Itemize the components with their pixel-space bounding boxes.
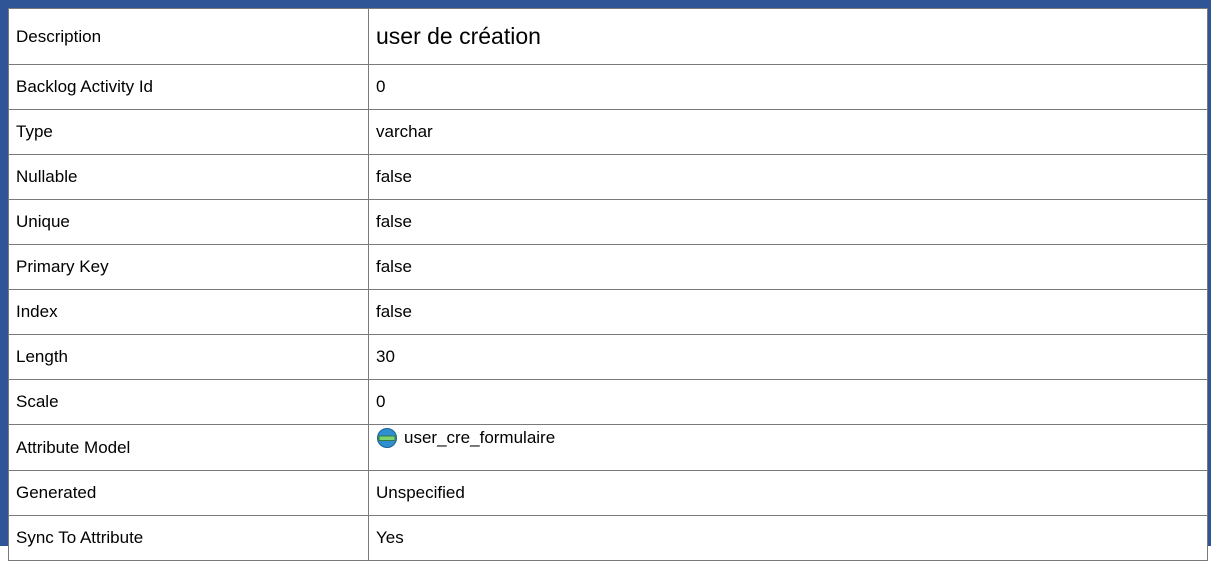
property-value: 0 bbox=[368, 379, 1208, 425]
property-value: user_cre_formulaire bbox=[368, 424, 1208, 471]
property-row-nullable: Nullable false bbox=[8, 154, 1208, 200]
property-value: 0 bbox=[368, 64, 1208, 110]
panel-left-border bbox=[0, 0, 8, 546]
property-label: Attribute Model bbox=[8, 424, 369, 471]
property-value: 30 bbox=[368, 334, 1208, 380]
property-label: Length bbox=[8, 334, 369, 380]
property-row-backlog-activity-id: Backlog Activity Id 0 bbox=[8, 64, 1208, 110]
property-row-generated: Generated Unspecified bbox=[8, 470, 1208, 516]
property-row-index: Index false bbox=[8, 289, 1208, 335]
property-row-description: Description user de création bbox=[8, 8, 1208, 65]
property-label: Backlog Activity Id bbox=[8, 64, 369, 110]
properties-table: Description user de création Backlog Act… bbox=[8, 8, 1208, 561]
panel-top-border bbox=[0, 0, 1211, 8]
attribute-model-link[interactable]: user_cre_formulaire bbox=[376, 427, 555, 449]
property-value: false bbox=[368, 244, 1208, 290]
property-label: Description bbox=[8, 8, 369, 65]
property-label: Generated bbox=[8, 470, 369, 516]
property-value: Yes bbox=[368, 515, 1208, 561]
property-row-sync-to-attribute: Sync To Attribute Yes bbox=[8, 515, 1208, 561]
property-value: user de création bbox=[368, 8, 1208, 65]
property-row-unique: Unique false bbox=[8, 199, 1208, 245]
property-row-length: Length 30 bbox=[8, 334, 1208, 380]
property-value: Unspecified bbox=[368, 470, 1208, 516]
property-label: Type bbox=[8, 109, 369, 155]
property-row-primary-key: Primary Key false bbox=[8, 244, 1208, 290]
property-label: Sync To Attribute bbox=[8, 515, 369, 561]
property-value: varchar bbox=[368, 109, 1208, 155]
attribute-model-icon bbox=[377, 428, 397, 448]
property-value: false bbox=[368, 154, 1208, 200]
property-row-attribute-model: Attribute Model user_cre_formulaire bbox=[8, 424, 1208, 471]
property-value: false bbox=[368, 199, 1208, 245]
property-value: false bbox=[368, 289, 1208, 335]
property-label: Scale bbox=[8, 379, 369, 425]
property-label: Primary Key bbox=[8, 244, 369, 290]
property-row-scale: Scale 0 bbox=[8, 379, 1208, 425]
property-label: Index bbox=[8, 289, 369, 335]
property-label: Nullable bbox=[8, 154, 369, 200]
property-label: Unique bbox=[8, 199, 369, 245]
properties-panel: Description user de création Backlog Act… bbox=[0, 0, 1211, 561]
attribute-model-name: user_cre_formulaire bbox=[404, 428, 556, 447]
property-row-type: Type varchar bbox=[8, 109, 1208, 155]
